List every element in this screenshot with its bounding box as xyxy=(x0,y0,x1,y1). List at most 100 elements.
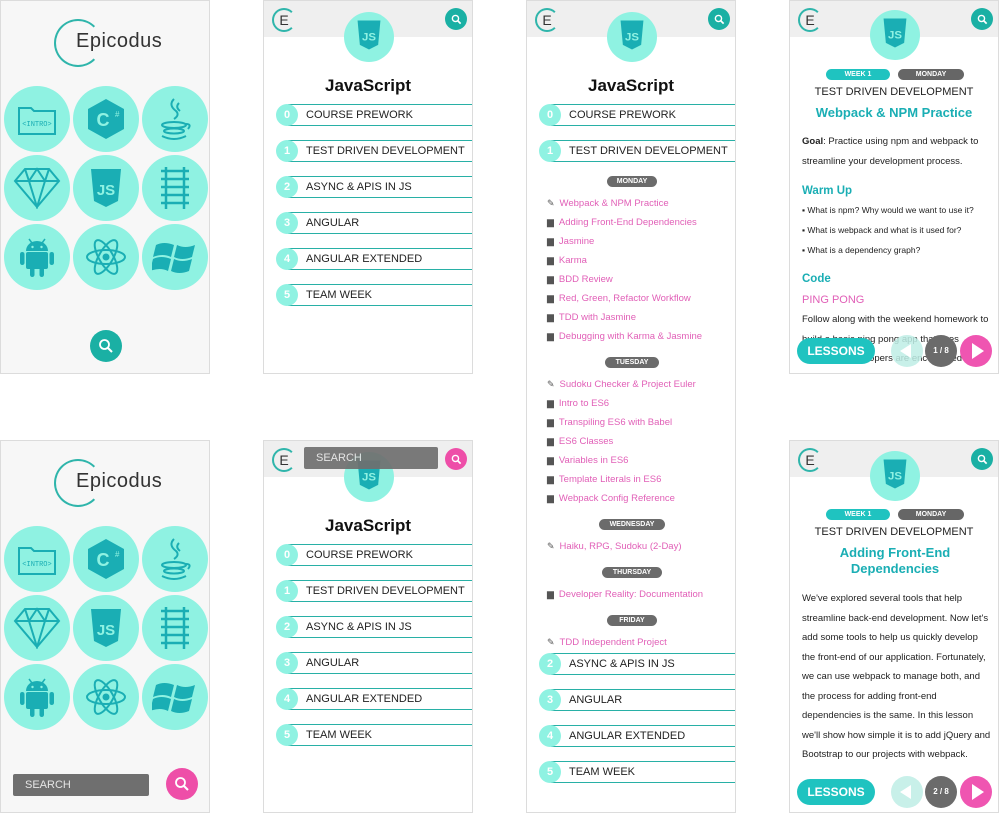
course-section-row[interactable]: 1 TEST DRIVEN DEVELOPMENT xyxy=(276,140,472,162)
search-icon xyxy=(175,777,189,791)
course-tile-react-atom[interactable] xyxy=(73,224,139,290)
epicodus-home-icon[interactable]: E xyxy=(272,8,296,32)
course-tile-java[interactable] xyxy=(142,526,208,592)
course-tile-sketch-diamond[interactable] xyxy=(4,595,70,661)
course-tile-intro-folder[interactable]: <INTRO> xyxy=(4,526,70,592)
search-submit-button[interactable] xyxy=(445,448,467,470)
next-lesson-button[interactable] xyxy=(960,335,992,367)
course-tile-android[interactable] xyxy=(4,224,70,290)
search-button[interactable] xyxy=(445,8,467,30)
course-section-row[interactable]: 5 TEAM WEEK xyxy=(276,284,472,306)
pencil-icon: ✎ xyxy=(547,541,555,551)
lesson-link[interactable]: ▆ BDD Review xyxy=(547,274,613,285)
lesson-link[interactable]: ✎ Webpack & NPM Practice xyxy=(547,198,669,209)
lesson-link[interactable]: ▆ Jasmine xyxy=(547,236,594,247)
course-section-row[interactable]: 4 ANGULAR EXTENDED xyxy=(539,725,735,747)
search-icon xyxy=(451,454,461,464)
lesson-link[interactable]: ✎ Haiku, RPG, Sudoku (2-Day) xyxy=(547,541,682,552)
previous-lesson-button[interactable] xyxy=(891,776,923,808)
lesson-link[interactable]: ▆ Webpack Config Reference xyxy=(547,493,675,504)
course-section-row[interactable]: 0 COURSE PREWORK xyxy=(276,104,472,126)
course-section-row[interactable]: 0 COURSE PREWORK xyxy=(539,104,735,126)
course-section-row[interactable]: 2 ASYNC & APIS IN JS xyxy=(539,653,735,675)
svg-text:JS: JS xyxy=(362,31,376,43)
search-icon xyxy=(977,14,987,24)
lessons-button[interactable]: LESSONS xyxy=(797,779,875,805)
course-tile-java[interactable] xyxy=(142,86,208,152)
course-section-row[interactable]: 1 TEST DRIVEN DEVELOPMENT xyxy=(539,140,735,162)
course-tile-csharp[interactable]: C # xyxy=(73,86,139,152)
course-tile-intro-folder[interactable]: <INTRO> xyxy=(4,86,70,152)
lesson-link[interactable]: ▆ Karma xyxy=(547,255,587,266)
section-label: ANGULAR xyxy=(306,217,360,229)
react-atom-icon xyxy=(84,237,128,277)
search-input[interactable]: SEARCH xyxy=(304,447,438,469)
lesson-link[interactable]: ✎ TDD Independent Project xyxy=(547,637,667,648)
goal-label: Goal xyxy=(802,136,824,147)
course-tile-rails-track[interactable] xyxy=(142,595,208,661)
course-tile-android[interactable] xyxy=(4,664,70,730)
expanded-course-screen: E JS JavaScript 0 COURSE PREWORK 1 TEST … xyxy=(526,0,736,813)
course-section-row[interactable]: 0 COURSE PREWORK xyxy=(276,544,472,566)
lesson-link[interactable]: ✎ Sudoku Checker & Project Euler xyxy=(547,379,696,390)
lessons-button[interactable]: LESSONS xyxy=(797,338,875,364)
course-section-row[interactable]: 4 ANGULAR EXTENDED xyxy=(276,248,472,270)
day-header: MONDAY xyxy=(607,176,657,187)
lesson-link[interactable]: ▆ ES6 Classes xyxy=(547,436,613,447)
epicodus-home-icon[interactable]: E xyxy=(798,8,822,32)
course-section-row[interactable]: 3 ANGULAR xyxy=(539,689,735,711)
epicodus-home-icon[interactable]: E xyxy=(798,448,822,472)
section-number: 3 xyxy=(276,652,298,674)
lesson-link[interactable]: ▆ Variables in ES6 xyxy=(547,455,628,466)
svg-text:JS: JS xyxy=(97,622,115,639)
week-badge: WEEK 1 xyxy=(826,69,890,80)
lesson-link[interactable]: ▆ Debugging with Karma & Jasmine xyxy=(547,331,702,342)
goal-text: Goal: Practice using npm and webpack to … xyxy=(802,132,992,171)
course-tile-react-atom[interactable] xyxy=(73,664,139,730)
course-tile-javascript[interactable]: JS xyxy=(73,595,139,661)
search-button[interactable] xyxy=(971,8,993,30)
lesson-title: Template Literals in ES6 xyxy=(558,474,662,485)
section-number: 4 xyxy=(539,725,561,747)
lesson-link[interactable]: ▆ TDD with Jasmine xyxy=(547,312,636,323)
next-lesson-button[interactable] xyxy=(960,776,992,808)
course-section-row[interactable]: 1 TEST DRIVEN DEVELOPMENT xyxy=(276,580,472,602)
course-tile-windows[interactable] xyxy=(142,224,208,290)
javascript-badge: JS xyxy=(870,451,920,501)
course-section-row[interactable]: 4 ANGULAR EXTENDED xyxy=(276,688,472,710)
search-button[interactable] xyxy=(90,330,122,362)
course-section-row[interactable]: 5 TEAM WEEK xyxy=(539,761,735,783)
previous-lesson-button[interactable] xyxy=(891,335,923,367)
section-label: ANGULAR EXTENDED xyxy=(306,253,423,265)
section-label: TEAM WEEK xyxy=(569,766,636,778)
book-icon: ▆ xyxy=(547,398,554,408)
epicodus-home-icon[interactable]: E xyxy=(272,448,296,472)
search-input[interactable]: SEARCH xyxy=(13,774,149,796)
course-tile-sketch-diamond[interactable] xyxy=(4,155,70,221)
search-submit-button[interactable] xyxy=(166,768,198,800)
section-number: 2 xyxy=(539,653,561,675)
lesson-link[interactable]: ▆ Transpiling ES6 with Babel xyxy=(547,417,672,428)
lesson-link[interactable]: ▆ Developer Reality: Documentation xyxy=(547,589,703,600)
course-section-row[interactable]: 5 TEAM WEEK xyxy=(276,724,472,746)
search-button[interactable] xyxy=(971,448,993,470)
home-screen-search: Epicodus <INTRO> C # JS SEARCH xyxy=(0,440,210,813)
lesson-link[interactable]: ▆ Red, Green, Refactor Workflow xyxy=(547,293,691,304)
course-tile-rails-track[interactable] xyxy=(142,155,208,221)
lesson-link[interactable]: ▆ Template Literals in ES6 xyxy=(547,474,661,485)
arrow-left-icon xyxy=(900,344,911,358)
svg-text:C: C xyxy=(97,110,110,130)
book-icon: ▆ xyxy=(547,293,554,303)
lesson-link[interactable]: ▆ Adding Front-End Dependencies xyxy=(547,217,697,228)
rails-track-icon xyxy=(158,165,192,211)
book-icon: ▆ xyxy=(547,312,554,322)
course-tile-javascript[interactable]: JS xyxy=(73,155,139,221)
course-section-row[interactable]: 2 ASYNC & APIS IN JS xyxy=(276,176,472,198)
course-section-row[interactable]: 3 ANGULAR xyxy=(276,652,472,674)
course-section-row[interactable]: 3 ANGULAR xyxy=(276,212,472,234)
section-label: TEAM WEEK xyxy=(306,729,373,741)
course-section-row[interactable]: 2 ASYNC & APIS IN JS xyxy=(276,616,472,638)
lesson-link[interactable]: ▆ Intro to ES6 xyxy=(547,398,609,409)
course-tile-windows[interactable] xyxy=(142,664,208,730)
course-tile-csharp[interactable]: C # xyxy=(73,526,139,592)
